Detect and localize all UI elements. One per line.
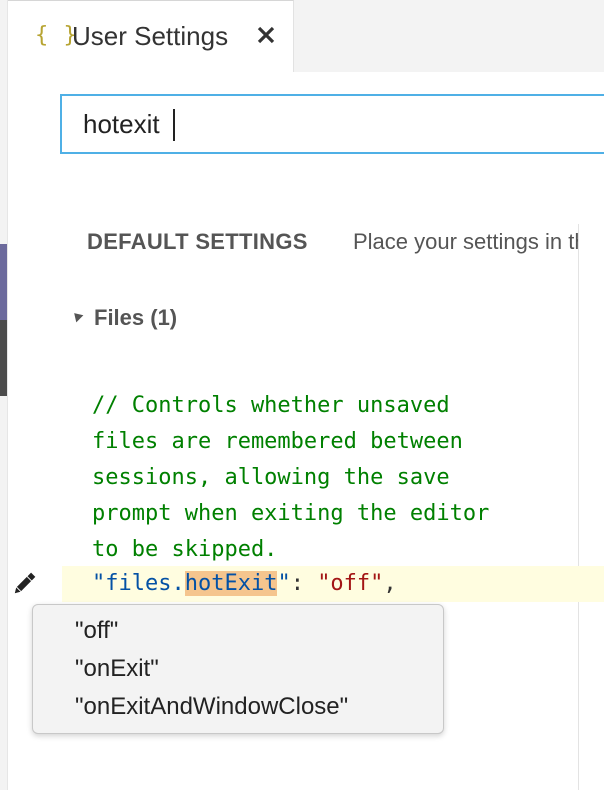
- search-match-highlight: hotExit: [184, 571, 278, 596]
- setting-key-suffix: ": [277, 571, 291, 596]
- setting-key-prefix: "files.: [92, 571, 185, 596]
- setting-value: "off": [317, 571, 384, 596]
- settings-search-input[interactable]: [60, 94, 604, 154]
- sidebar-divider: [7, 0, 8, 790]
- default-settings-header: DEFAULT SETTINGS: [87, 229, 308, 254]
- comma: ,: [383, 571, 397, 596]
- triangle-down-icon[interactable]: [70, 309, 84, 323]
- suggestion-item-off[interactable]: "off": [75, 617, 118, 645]
- activity-marker: [0, 244, 7, 320]
- text-caret: [173, 109, 175, 141]
- suggestion-item-onexit[interactable]: "onExit": [75, 655, 159, 683]
- group-title-files[interactable]: Files (1): [94, 305, 177, 331]
- colon-separator: :: [290, 571, 318, 596]
- setting-code-line[interactable]: "files.hotExit": "off",: [92, 566, 397, 602]
- tab-bar: { } User Settings: [8, 0, 604, 72]
- default-settings-description: Place your settings in the right hand si…: [353, 229, 578, 254]
- close-icon[interactable]: [254, 23, 278, 47]
- activity-marker-dark: [0, 320, 7, 396]
- suggestion-dropdown: "off" "onExit" "onExitAndWindowClose": [32, 604, 444, 734]
- settings-editor-window: { } User Settings DEFAULT SETTINGS Place…: [0, 0, 604, 790]
- tab-user-settings[interactable]: { } User Settings: [8, 0, 294, 72]
- editor-divider: [578, 224, 579, 790]
- setting-description-comment: // Controls whether unsaved files are re…: [92, 393, 490, 562]
- suggestion-item-onexitandwindowclose[interactable]: "onExitAndWindowClose": [75, 693, 348, 721]
- tab-title: User Settings: [72, 21, 229, 51]
- pencil-icon[interactable]: [10, 570, 38, 598]
